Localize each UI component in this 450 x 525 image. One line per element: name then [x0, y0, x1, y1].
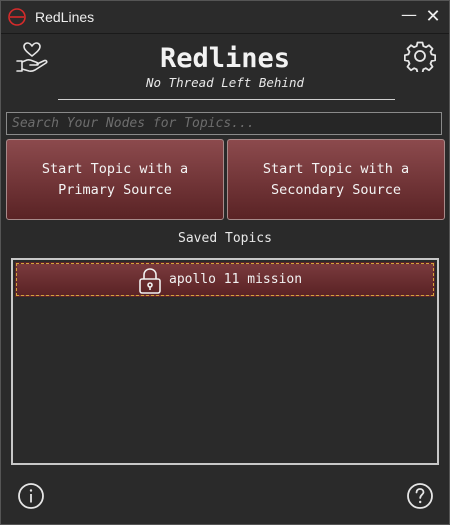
- start-secondary-source-button[interactable]: Start Topic with a Secondary Source: [227, 139, 445, 220]
- help-icon[interactable]: [406, 482, 434, 510]
- redlines-logo-icon: [8, 8, 26, 26]
- title-bar[interactable]: RedLines — ✕: [1, 1, 449, 34]
- topic-label: apollo 11 mission: [169, 272, 303, 287]
- info-icon[interactable]: [17, 482, 45, 510]
- lock-icon: [139, 268, 161, 294]
- app-heading: Redlines: [159, 43, 291, 74]
- minimize-button[interactable]: —: [399, 5, 419, 25]
- app-window: RedLines — ✕ Redlines No Thread Left Beh…: [0, 0, 450, 525]
- tagline: No Thread Left Behind: [145, 75, 305, 90]
- saved-topics-heading: Saved Topics: [178, 231, 272, 246]
- gear-icon[interactable]: [404, 40, 436, 72]
- header-divider: [58, 99, 395, 100]
- window-title: RedLines: [35, 9, 95, 25]
- close-button[interactable]: ✕: [423, 6, 443, 27]
- topic-item[interactable]: apollo 11 mission: [15, 262, 435, 297]
- start-primary-source-button[interactable]: Start Topic with a Primary Source: [6, 139, 224, 220]
- search-input[interactable]: [6, 112, 442, 135]
- saved-topics-list[interactable]: apollo 11 mission: [11, 258, 439, 465]
